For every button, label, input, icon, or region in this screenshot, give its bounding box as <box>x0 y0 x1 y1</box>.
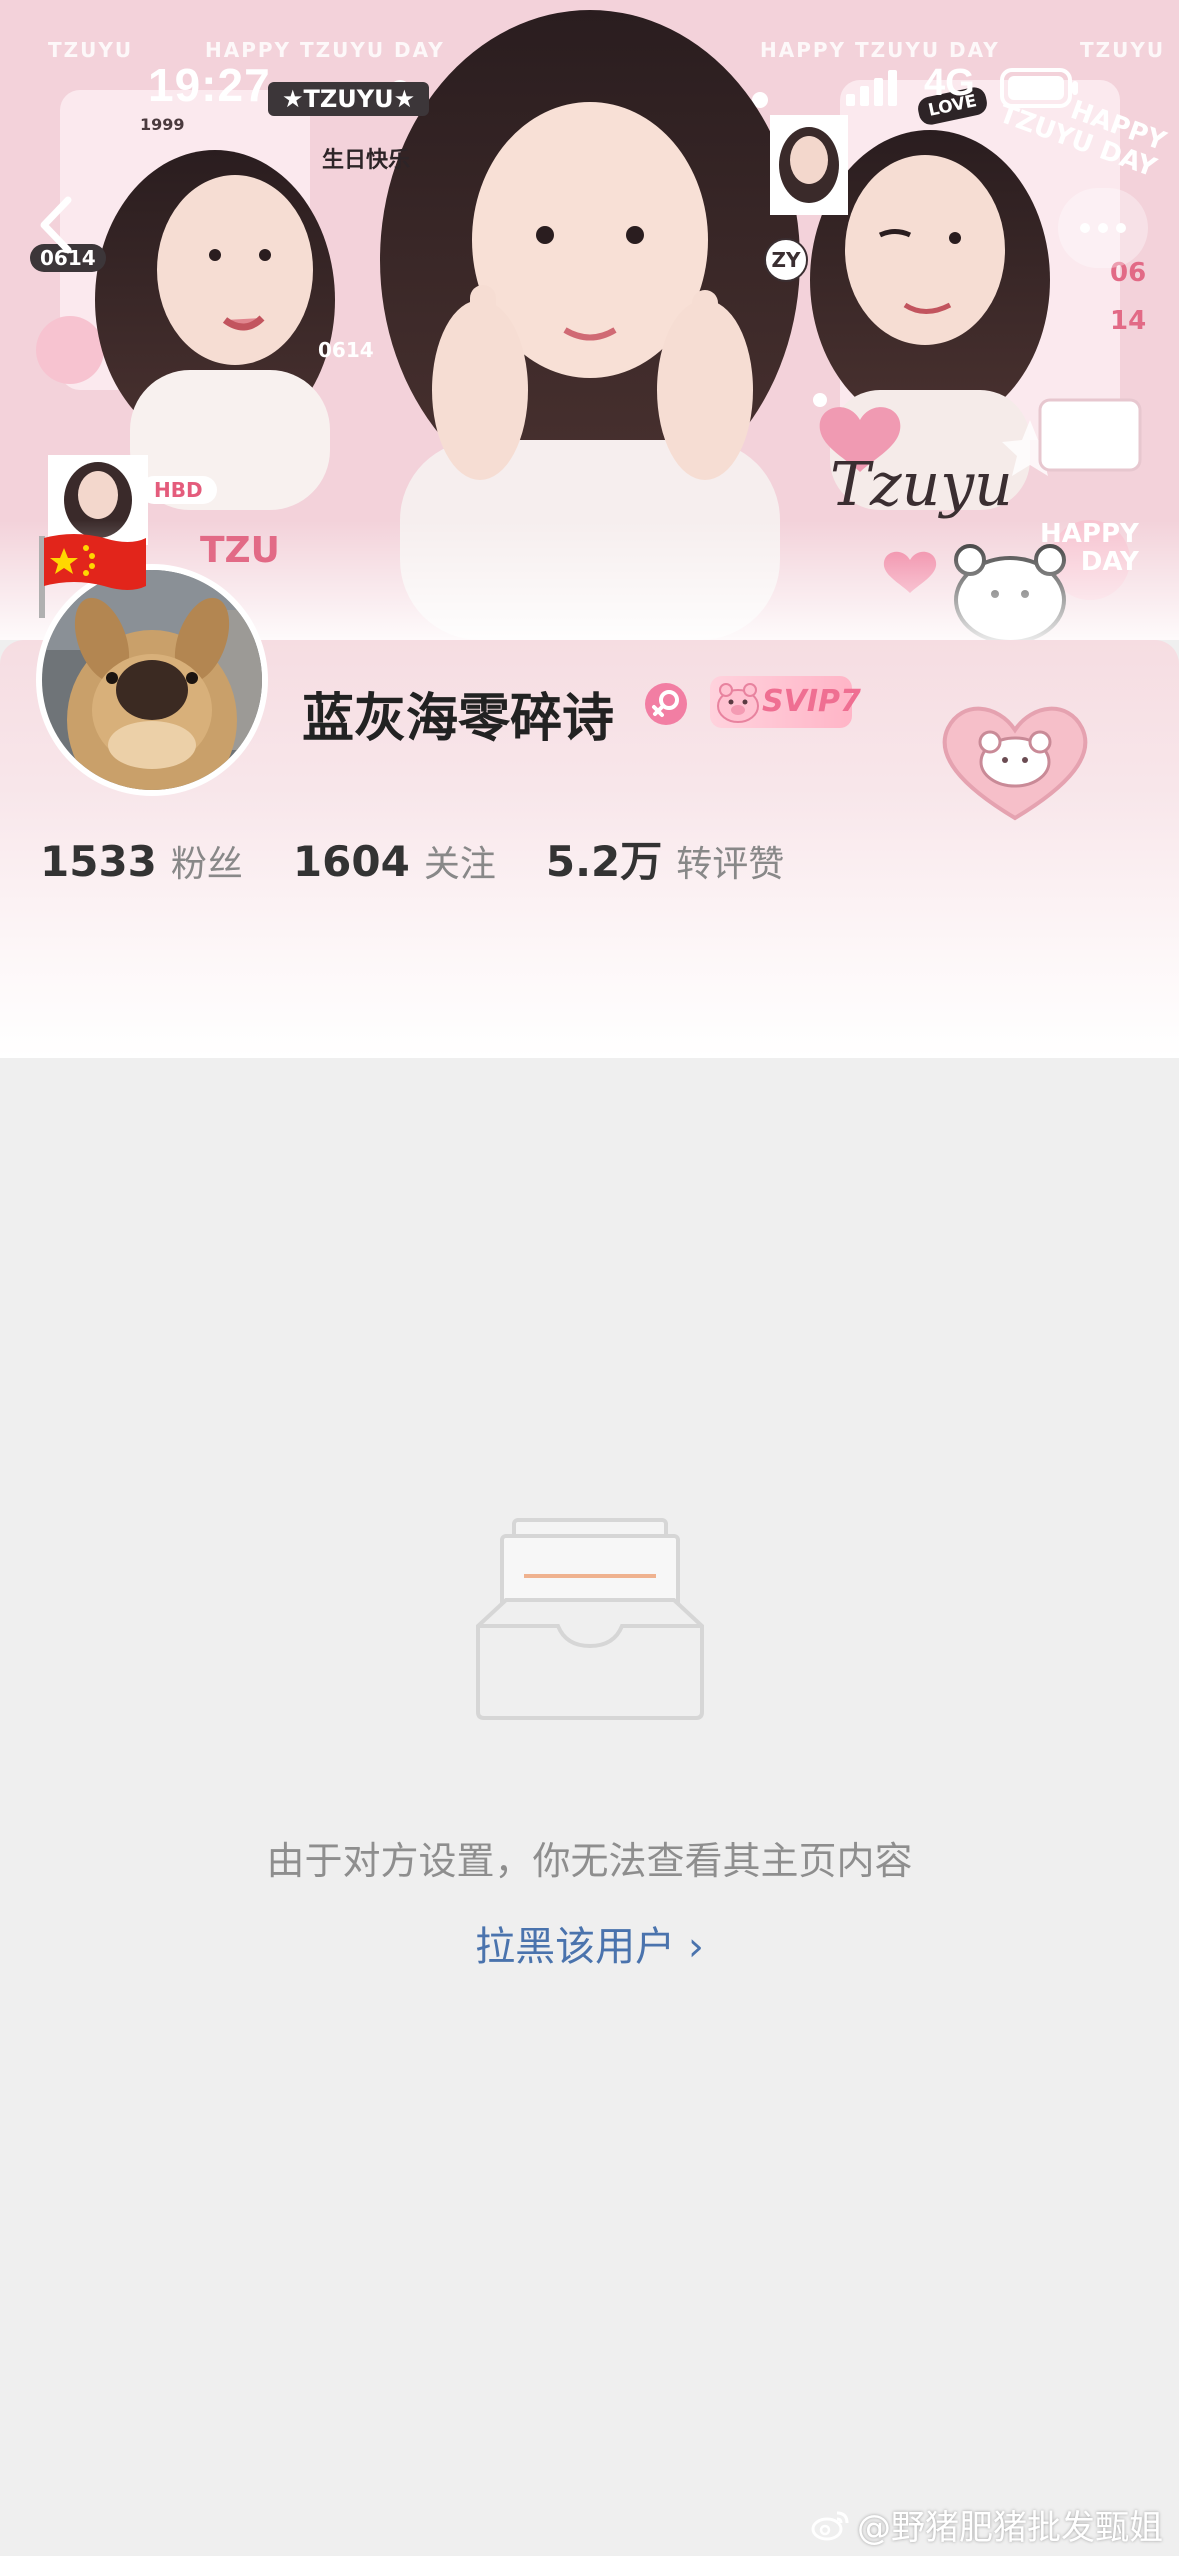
status-time: 19:27 <box>148 59 271 111</box>
svip-level-label: SVIP7 <box>762 684 861 719</box>
chevron-left-icon <box>40 196 72 254</box>
stat-interactions[interactable]: 5.2万 转评赞 <box>546 828 784 889</box>
stat-following[interactable]: 1604 关注 <box>293 835 496 887</box>
female-gender-icon <box>645 683 687 725</box>
stat-value: 5.2万 <box>545 837 663 886</box>
cover-date-number: 14 <box>1110 306 1147 336</box>
cover-zy-badge: ZY <box>764 238 808 282</box>
cover-year: 1999 <box>140 115 185 134</box>
pig-mascot-icon <box>717 683 759 723</box>
profile-stats: 1533 粉丝 1604 关注 5.2万 转评赞 <box>40 828 834 889</box>
cover-corner-label: TZUYU <box>1080 38 1166 62</box>
battery-icon <box>1000 68 1078 108</box>
stat-label: 粉丝 <box>170 844 243 885</box>
cover-birthday-text: 生日快乐 <box>322 148 411 173</box>
cover-tzu-text: TZU <box>200 530 280 571</box>
block-user-link[interactable]: 拉黑该用户 › <box>0 1914 1179 1972</box>
svip-badge[interactable]: SVIP7 <box>710 676 861 728</box>
empty-inbox-icon <box>476 1518 704 1720</box>
stat-value: 1533 <box>40 837 157 886</box>
profile-username: 蓝灰海零碎诗 <box>302 689 615 749</box>
watermark-text: @野猪肥猪批发甄姐 <box>857 2508 1163 2548</box>
cover-date-text: 0614 <box>318 338 374 362</box>
cover-happy-day: HAPPY DAY <box>1040 519 1139 577</box>
weibo-watermark: @野猪肥猪批发甄姐 <box>811 2500 1163 2549</box>
stat-value: 1604 <box>292 837 410 886</box>
back-button[interactable] <box>28 190 88 260</box>
network-type: 4G <box>924 62 975 104</box>
heart-bear-sticker-icon <box>942 706 1088 821</box>
stat-label: 转评赞 <box>676 844 785 885</box>
cover-banner-text: HAPPY TZUYU DAY <box>760 38 1000 62</box>
cellular-signal-icon <box>846 70 897 106</box>
more-dots-icon <box>1080 223 1126 233</box>
cover-hbd-badge: HBD <box>140 476 217 504</box>
cover-corner-label: TZUYU <box>48 38 134 62</box>
china-flag-icon <box>39 534 146 618</box>
stat-followers[interactable]: 1533 粉丝 <box>40 835 243 887</box>
weibo-logo-icon <box>811 2511 849 2540</box>
cover-name-tag: ★TZUYU★ <box>268 82 430 116</box>
cover-signature: Tzuyu <box>830 450 1013 520</box>
private-profile-message: 由于对方设置，你无法查看其主页内容 <box>266 1839 913 1883</box>
stat-label: 关注 <box>423 844 496 885</box>
more-options-button[interactable] <box>1058 188 1148 268</box>
